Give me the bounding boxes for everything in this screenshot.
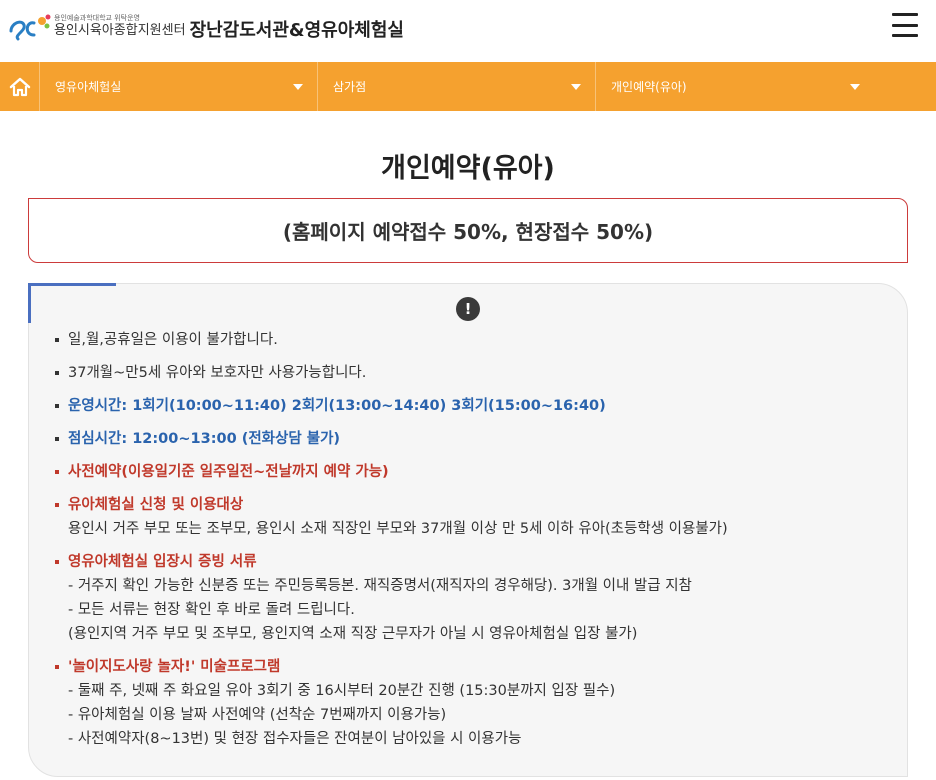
breadcrumb-nav: 영유아체험실 삼가점 개인예약(유아) [0,62,936,111]
list-item-art-program: '놀이지도사랑 놀자!' 미술프로그램 - 둘째 주, 넷째 주 화요일 유아 … [55,655,895,751]
list-item-lunch: 점심시간: 12:00~13:00 (전화상담 불가) [55,427,895,451]
card-corner-accent [28,283,116,323]
reservation-notice-text: (홈페이지 예약접수 50%, 현장접수 50%) [282,220,654,244]
list-item-line: - 거주지 확인 가능한 신분증 또는 주민등록등본. 재직증명서(재직자의 경… [68,578,692,594]
logo-text: 용인예술과학대학교 위탁운영 용인시육아종합지원센터 [54,14,186,39]
list-item-line: - 모든 서류는 현장 확인 후 바로 돌려 드립니다. [68,602,355,618]
list-item-heading: '놀이지도사랑 놀자!' 미술프로그램 [68,659,281,675]
chevron-down-icon [850,84,860,90]
nav-dropdown-label: 삼가점 [333,80,367,94]
reservation-notice: (홈페이지 예약접수 50%, 현장접수 50%) [28,198,908,263]
list-item-text: 사전예약(이용일기준 일주일전~전날까지 예약 가능) [68,464,389,480]
list-item-text: 점심시간: 12:00~13:00 (전화상담 불가) [68,431,341,447]
list-item-line: - 유아체험실 이용 날짜 사전예약 (선착순 7번째까지 이용가능) [68,707,447,723]
list-item-line: 용인시 거주 부모 또는 조부모, 용인시 소재 직장인 부모와 37개월 이상… [68,521,728,537]
site-header: 용인예술과학대학교 위탁운영 용인시육아종합지원센터 장난감도서관&영유아체험실 [0,0,936,62]
list-item-hours: 운영시간: 1회기(10:00~11:40) 2회기(13:00~14:40) … [55,394,895,418]
page-title: 개인예약(유아) [381,153,555,184]
list-item-heading: 유아체험실 신청 및 이용대상 [68,497,244,513]
list-item-text: 일,월,공휴일은 이용이 불가합니다. [68,332,278,348]
list-item-eligibility: 유아체험실 신청 및 이용대상 용인시 거주 부모 또는 조부모, 용인시 소재… [55,493,895,541]
info-list: 일,월,공휴일은 이용이 불가합니다. 37개월~만5세 유아와 보호자만 사용… [55,328,895,760]
nav-dropdown-category[interactable]: 영유아체험실 [40,62,318,111]
nav-dropdown-label: 개인예약(유아) [611,80,687,94]
nav-dropdown-branch[interactable]: 삼가점 [318,62,596,111]
nav-dropdown-page[interactable]: 개인예약(유아) [596,62,936,111]
list-item-heading: 영유아체험실 입장시 증빙 서류 [68,554,257,570]
list-item-line: (용인지역 거주 부모 및 조부모, 용인지역 소재 직장 근무자가 아닐 시 … [68,626,638,642]
alert-icon: ! [456,297,480,321]
home-icon[interactable] [0,62,40,111]
chevron-down-icon [571,84,581,90]
list-item: 37개월~만5세 유아와 보호자만 사용가능합니다. [55,361,895,385]
list-item-line: - 사전예약자(8~13번) 및 현장 접수자들은 잔여분이 남아있을 시 이용… [68,731,522,747]
logo-title: 장난감도서관&영유아체험실 [189,20,404,41]
list-item-documents: 영유아체험실 입장시 증빙 서류 - 거주지 확인 가능한 신분증 또는 주민등… [55,550,895,646]
logo-mark-icon [8,11,52,41]
list-item-line: - 둘째 주, 넷째 주 화요일 유아 3회기 중 16시부터 20분간 진행 … [68,683,616,699]
logo-org-name: 용인시육아종합지원센터 [54,22,186,38]
info-card: ! 일,월,공휴일은 이용이 불가합니다. 37개월~만5세 유아와 보호자만 … [28,283,908,777]
list-item-text: 운영시간: 1회기(10:00~11:40) 2회기(13:00~14:40) … [68,398,606,414]
list-item-reservation: 사전예약(이용일기준 일주일전~전날까지 예약 가능) [55,460,895,484]
hamburger-menu-icon[interactable] [892,13,918,37]
nav-dropdown-label: 영유아체험실 [55,80,122,94]
logo-subtitle: 용인예술과학대학교 위탁운영 [54,13,140,22]
chevron-down-icon [293,84,303,90]
list-item-text: 37개월~만5세 유아와 보호자만 사용가능합니다. [68,365,367,381]
site-logo[interactable]: 용인예술과학대학교 위탁운영 용인시육아종합지원센터 장난감도서관&영유아체험실 [8,10,404,42]
list-item: 일,월,공휴일은 이용이 불가합니다. [55,328,895,352]
